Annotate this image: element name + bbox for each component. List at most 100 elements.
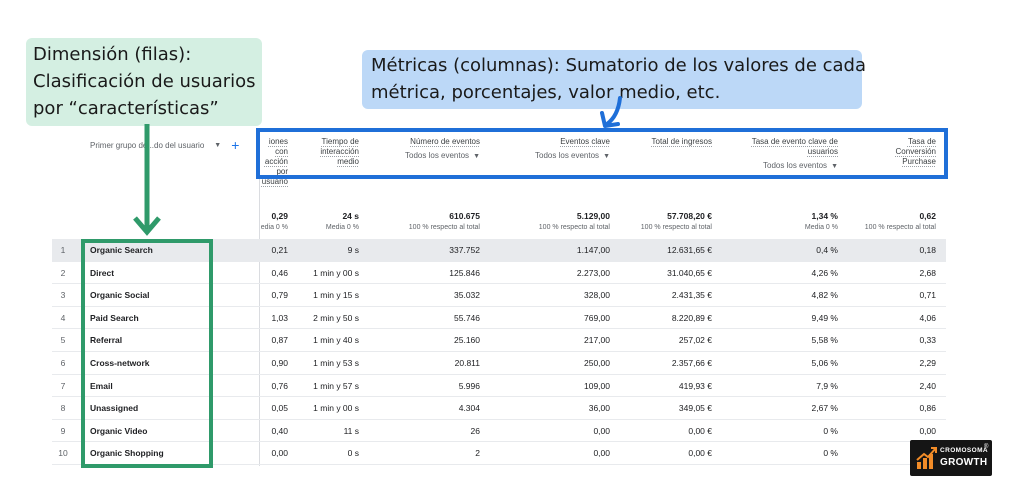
row-index: 3 [60, 290, 66, 301]
table-cell: 35.032 [454, 290, 480, 301]
total-subtext: Media 0 % [325, 224, 359, 231]
table-cell: 0,87 [271, 335, 288, 346]
logo-text-bottom: GROWTH [940, 457, 988, 468]
total-subtext: 100 % respecto al total [408, 224, 480, 231]
registered-mark: ® [984, 444, 989, 450]
table-cell: 0,86 [919, 403, 936, 414]
table-cell: 0,40 [271, 425, 288, 436]
table-cell: 1 min y 57 s [313, 380, 359, 391]
table-cell: 109,00 [584, 380, 610, 391]
total-cell: 1,34 % Media 0 % [730, 211, 838, 231]
metrics-callout: Métricas (columnas): Sumatorio de los va… [362, 50, 867, 109]
table-cell: 1.147,00 [576, 245, 610, 255]
table-cell: 1,03 [271, 312, 288, 323]
table-cell: 4,82 % [811, 290, 838, 301]
table-cell: 2.357,66 € [671, 357, 712, 368]
table-cell: 5,58 % [811, 335, 838, 346]
table-cell: 0 % [823, 448, 838, 459]
dimension-callout-line-3: por “características” [33, 98, 219, 119]
table-cell: 8.220,89 € [671, 312, 712, 323]
growth-chart-icon [916, 447, 937, 469]
dimension-selector[interactable]: Primer grupo de...do del usuario ▼ + [90, 138, 260, 152]
dimension-selector-label: Primer grupo de...do del usuario [90, 140, 205, 150]
metrics-callout-line-2: métrica, porcentajes, valor medio, etc. [371, 82, 721, 103]
table-cell: 2 [475, 448, 480, 459]
table-cell: 5.996 [458, 380, 480, 391]
table-cell: 0,18 [919, 245, 936, 255]
cromosoma-growth-logo: CROMOSOMA GROWTH ® [910, 440, 992, 476]
table-cell: 31.040,65 € [667, 267, 712, 278]
table-cell: 4,06 [919, 312, 936, 323]
dimension-callout: Dimensión (filas): Clasificación de usua… [26, 38, 262, 126]
dimension-callout-line-2: Clasificación de usuarios [33, 71, 256, 92]
total-subtext: 100 % respecto al total [538, 224, 610, 231]
table-cell: 0,71 [919, 290, 936, 301]
logo-text-top: CROMOSOMA [940, 447, 989, 454]
table-cell: 1 min y 15 s [313, 290, 359, 301]
table-cell: 55.746 [454, 312, 480, 323]
totals-row: 0,29 edia 0 % 24 s Media 0 % 610.675 100… [260, 211, 946, 235]
row-index: 9 [60, 425, 66, 436]
row-index: 2 [60, 267, 66, 278]
table-cell: 5,06 % [811, 357, 838, 368]
table-cell: 2,40 [919, 380, 936, 391]
table-cell: 0,21 [271, 245, 288, 255]
total-value: 610.675 [449, 211, 480, 221]
table-cell: 0,79 [271, 290, 288, 301]
total-cell: 57.708,20 € 100 % respecto al total [620, 211, 712, 231]
table-cell: 1 min y 00 s [313, 403, 359, 414]
table-cell: 7,9 % [816, 380, 838, 391]
table-cell: 0,00 [919, 425, 936, 436]
row-index: 8 [60, 403, 66, 414]
table-cell: 0,33 [919, 335, 936, 346]
total-value: 1,34 % [811, 211, 838, 221]
total-value: 24 s [342, 211, 359, 221]
dimension-callout-line-1: Dimensión (filas): [33, 44, 192, 65]
table-cell: 2.431,35 € [671, 290, 712, 301]
table-cell: 2,68 [919, 267, 936, 278]
caret-down-icon: ▼ [214, 141, 222, 149]
table-cell: 9 s [347, 245, 359, 255]
total-subtext: 100 % respecto al total [864, 224, 936, 231]
table-cell: 1 min y 40 s [313, 335, 359, 346]
row-index: 10 [58, 448, 68, 459]
total-value: 0,62 [919, 211, 936, 221]
table-cell: 0,90 [271, 357, 288, 368]
total-subtext: Media 0 % [804, 224, 838, 231]
total-cell: 5.129,00 100 % respecto al total [500, 211, 610, 231]
table-cell: 419,93 € [678, 380, 712, 391]
total-subtext: edia 0 % [260, 224, 288, 231]
table-cell: 250,00 [584, 357, 610, 368]
row-index: 1 [60, 245, 66, 255]
table-cell: 257,02 € [678, 335, 712, 346]
row-index: 5 [60, 335, 66, 346]
table-cell: 2 min y 50 s [313, 312, 359, 323]
table-cell: 0 s [347, 448, 359, 459]
table-cell: 0,00 [271, 448, 288, 459]
table-cell: 20.811 [454, 357, 480, 368]
metrics-highlight-box [256, 128, 948, 179]
table-cell: 337.752 [449, 245, 480, 255]
metrics-callout-line-1: Métricas (columnas): Sumatorio de los va… [371, 55, 867, 76]
table-cell: 349,05 € [678, 403, 712, 414]
table-cell: 769,00 [584, 312, 610, 323]
table-cell: 0,46 [271, 267, 288, 278]
dimension-highlight-box [81, 239, 213, 468]
total-value: 0,29 [271, 211, 288, 221]
table-cell: 25.160 [454, 335, 480, 346]
table-cell: 1 min y 00 s [313, 267, 359, 278]
table-cell: 0,4 % [816, 245, 838, 255]
table-cell: 26 [470, 425, 480, 436]
table-cell: 0,76 [271, 380, 288, 391]
table-cell: 328,00 [584, 290, 610, 301]
table-cell: 0,05 [271, 403, 288, 414]
table-cell: 0,00 [593, 448, 610, 459]
table-cell: 12.631,65 € [667, 245, 712, 255]
table-cell: 1 min y 53 s [313, 357, 359, 368]
total-value: 57.708,20 € [667, 211, 712, 221]
table-cell: 2,67 % [811, 403, 838, 414]
table-cell: 217,00 [584, 335, 610, 346]
plus-icon[interactable]: + [231, 138, 239, 152]
total-cell: 24 s Media 0 % [296, 211, 359, 231]
total-subtext: 100 % respecto al total [640, 224, 712, 231]
